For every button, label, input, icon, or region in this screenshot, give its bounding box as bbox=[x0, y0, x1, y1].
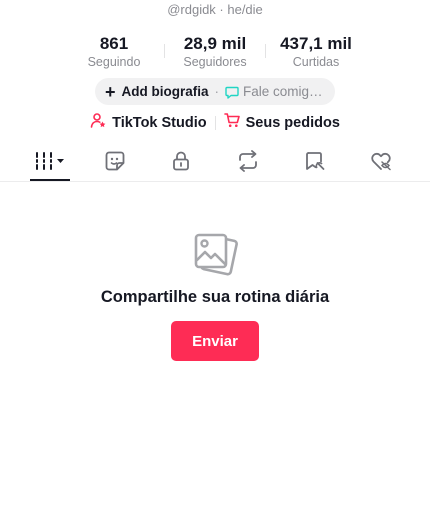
stat-followers-value: 28,9 mil bbox=[183, 34, 247, 53]
stat-followers-label: Seguidores bbox=[183, 55, 247, 69]
profile-stats: 861 Seguindo 28,9 mil Seguidores 437,1 m… bbox=[0, 34, 430, 70]
person-star-icon bbox=[90, 112, 107, 133]
add-bio-button[interactable]: Add biografia bbox=[122, 84, 209, 99]
orders-label: Seus pedidos bbox=[245, 114, 340, 131]
links-divider bbox=[214, 115, 216, 130]
tiktok-studio-link[interactable]: TikTok Studio bbox=[90, 112, 207, 133]
stat-likes-label: Curtidas bbox=[292, 55, 340, 69]
shopping-cart-icon bbox=[223, 112, 241, 133]
lock-icon bbox=[170, 150, 192, 177]
bio-pill: + Add biografia · Fale comigo... bbox=[95, 78, 335, 105]
stat-likes-value: 437,1 mil bbox=[280, 34, 352, 53]
orders-link[interactable]: Seus pedidos bbox=[223, 112, 340, 133]
tab-stickers[interactable] bbox=[95, 150, 135, 176]
tab-favorites[interactable] bbox=[295, 150, 335, 176]
photos-icon bbox=[191, 230, 239, 278]
tab-liked[interactable] bbox=[361, 150, 401, 176]
tab-reposts[interactable] bbox=[228, 149, 268, 177]
chat-bubble-icon bbox=[225, 85, 239, 99]
bio-separator: · bbox=[214, 84, 220, 99]
message-button[interactable]: Fale comigo... bbox=[243, 84, 325, 99]
stat-following-label: Seguindo bbox=[87, 55, 141, 69]
send-button[interactable]: Enviar bbox=[171, 321, 259, 361]
empty-state-title: Compartilhe sua rotina diária bbox=[100, 288, 330, 306]
repost-icon bbox=[236, 149, 260, 177]
profile-links: TikTok Studio Seus pedidos bbox=[0, 112, 430, 133]
content-tabs bbox=[0, 146, 430, 182]
tab-private[interactable] bbox=[161, 150, 201, 176]
plus-icon[interactable]: + bbox=[105, 83, 116, 101]
stat-likes[interactable]: 437,1 mil Curtidas bbox=[266, 34, 366, 70]
stat-following-value: 861 bbox=[99, 34, 129, 53]
tab-videos[interactable] bbox=[30, 150, 70, 176]
profile-handle: @rdgidk · he/die bbox=[167, 2, 263, 17]
heart-eye-off-icon bbox=[369, 150, 393, 177]
tiktok-studio-label: TikTok Studio bbox=[112, 114, 207, 131]
stat-followers[interactable]: 28,9 mil Seguidores bbox=[165, 34, 265, 70]
active-tab-indicator bbox=[30, 179, 70, 181]
sticker-icon bbox=[104, 150, 126, 177]
video-grid-icon bbox=[33, 151, 67, 176]
stat-following[interactable]: 861 Seguindo bbox=[64, 34, 164, 70]
bookmark-icon bbox=[304, 150, 326, 177]
